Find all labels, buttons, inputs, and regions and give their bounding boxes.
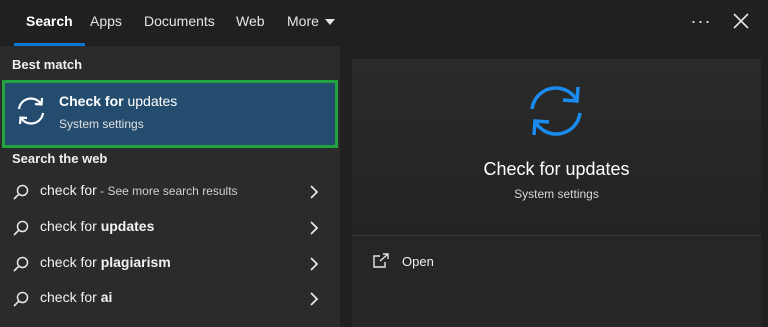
preview-title: Check for updates <box>483 159 630 179</box>
preview-panel: Check for updates System settings Open <box>352 59 761 327</box>
preview-header: Check for updates System settings <box>352 59 761 234</box>
tab-label: Apps <box>90 13 122 29</box>
web-result-bold: updates <box>100 218 155 234</box>
tab-label: Search <box>26 13 73 29</box>
more-options-button[interactable]: ··· <box>690 10 712 32</box>
chevron-right-icon <box>310 221 319 235</box>
web-result-bold: plagiarism <box>100 254 171 270</box>
divider <box>352 235 761 236</box>
web-result-item[interactable]: check for updates <box>0 210 340 246</box>
best-match-heading: Best match <box>12 57 83 72</box>
tab-apps[interactable]: Apps <box>90 0 122 46</box>
tab-search[interactable]: Search <box>14 0 85 46</box>
web-result-prefix: check for <box>40 218 101 234</box>
web-result-suffix: - See more search results <box>96 184 238 198</box>
tab-label: Web <box>236 13 265 29</box>
web-result-item[interactable]: check for - See more search results <box>0 174 340 210</box>
chevron-right-icon <box>310 292 319 306</box>
tab-web[interactable]: Web <box>236 0 265 46</box>
chevron-right-icon <box>310 257 319 271</box>
open-external-icon <box>373 253 389 268</box>
sync-icon <box>530 86 582 136</box>
best-match-item[interactable]: Check for updates System settings <box>2 80 338 148</box>
best-match-title-rest: updates <box>123 93 178 109</box>
web-result-bold: ai <box>100 289 113 305</box>
web-result-item[interactable]: check for ai <box>0 281 340 317</box>
search-icon <box>13 291 29 307</box>
tab-documents[interactable]: Documents <box>144 0 215 46</box>
best-match-subtitle: System settings <box>59 117 144 131</box>
web-result-prefix: check for <box>40 289 101 305</box>
close-icon[interactable] <box>730 10 752 32</box>
chevron-right-icon <box>310 185 319 199</box>
search-icon <box>13 256 29 272</box>
search-web-heading: Search the web <box>12 151 108 166</box>
tab-label: Documents <box>144 13 215 29</box>
best-match-title-bold: Check for <box>59 93 124 109</box>
top-tab-bar: Search Apps Documents Web More ··· <box>0 0 768 46</box>
tab-more[interactable]: More <box>287 0 335 46</box>
web-result-prefix: check for <box>40 182 97 198</box>
web-result-prefix: check for <box>40 254 101 270</box>
preview-subtitle: System settings <box>514 187 599 201</box>
tab-label: More <box>287 13 319 29</box>
search-icon <box>13 184 29 200</box>
web-result-item[interactable]: check for plagiarism <box>0 246 340 282</box>
open-label: Open <box>402 254 434 269</box>
best-match-title: Check for updates <box>59 93 177 109</box>
search-icon <box>13 220 29 236</box>
sync-icon <box>17 97 45 125</box>
chevron-down-icon <box>324 19 335 26</box>
